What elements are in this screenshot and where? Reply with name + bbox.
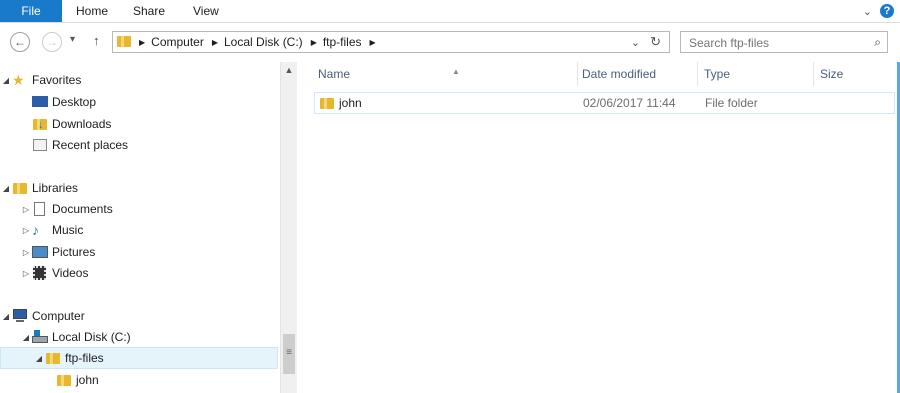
sidebar-item-label: Recent places — [52, 138, 129, 152]
file-list: ▲ Name Date modified Type Size john 02/0… — [297, 62, 900, 393]
sidebar-item-label: Local Disk (C:) — [52, 330, 131, 344]
breadcrumb-computer[interactable]: Computer — [151, 35, 204, 49]
collapsed-arrow-icon[interactable]: ▷ — [20, 205, 32, 214]
collapsed-arrow-icon[interactable]: ▷ — [20, 248, 32, 257]
up-button[interactable]: ↑ — [93, 33, 100, 48]
navigation-pane: ◢ ★ Favorites Desktop ↓ Downloads Recent… — [0, 62, 280, 393]
sidebar-item-pictures[interactable]: ▷ Pictures — [0, 241, 278, 263]
sidebar-item-label: Pictures — [52, 245, 96, 259]
column-label: Name — [318, 67, 351, 81]
videos-icon — [32, 266, 48, 280]
sidebar-item-computer[interactable]: ◢ Computer — [0, 305, 278, 327]
libraries-icon — [12, 181, 28, 195]
folder-icon — [56, 373, 72, 387]
sidebar-item-label: Favorites — [32, 73, 82, 87]
file-date: 02/06/2017 11:44 — [583, 96, 676, 110]
music-icon: ♪ — [32, 222, 39, 238]
sidebar-item-desktop[interactable]: Desktop — [0, 91, 278, 113]
collapsed-arrow-icon[interactable]: ▷ — [20, 269, 32, 278]
column-date-modified[interactable]: Date modified — [576, 62, 698, 86]
computer-icon — [12, 309, 28, 323]
search-box[interactable]: ⌕ — [680, 31, 888, 53]
sidebar-item-documents[interactable]: ▷ Documents — [0, 198, 278, 220]
grip-icon: ≡ — [286, 347, 292, 358]
folder-icon — [319, 96, 335, 110]
breadcrumb-separator-icon[interactable]: ▶ — [139, 38, 145, 47]
expanded-arrow-icon[interactable]: ◢ — [33, 354, 45, 363]
file-tab[interactable]: File — [0, 0, 62, 22]
sidebar-item-libraries[interactable]: ◢ Libraries — [0, 177, 278, 199]
downloads-icon: ↓ — [32, 117, 48, 131]
tab-share[interactable]: Share — [133, 0, 165, 22]
forward-button[interactable]: → — [42, 32, 62, 52]
desktop-icon — [32, 95, 48, 109]
star-icon: ★ — [12, 72, 25, 88]
breadcrumb-separator-icon[interactable]: ▶ — [212, 38, 218, 47]
sidebar-item-label: john — [76, 373, 99, 387]
table-row[interactable]: john 02/06/2017 11:44 File folder — [314, 92, 895, 114]
breadcrumb-separator-icon[interactable]: ▶ — [370, 38, 376, 47]
tab-view[interactable]: View — [193, 0, 219, 22]
column-header: ▲ Name Date modified Type Size — [297, 62, 900, 86]
address-bar[interactable]: ▶ Computer ▶ Local Disk (C:) ▶ ftp-files… — [112, 31, 670, 53]
tab-home[interactable]: Home — [76, 0, 108, 22]
file-name[interactable]: john — [339, 93, 362, 113]
breadcrumb-separator-icon[interactable]: ▶ — [311, 38, 317, 47]
sidebar-item-videos[interactable]: ▷ Videos — [0, 262, 278, 284]
search-icon[interactable]: ⌕ — [874, 35, 881, 50]
sidebar-item-music[interactable]: ▷ ♪ Music — [0, 219, 278, 241]
column-name[interactable]: ▲ Name — [312, 62, 578, 86]
scroll-up-icon[interactable]: ▲ — [281, 62, 297, 79]
sidebar-item-label: Music — [52, 223, 84, 237]
sidebar-item-ftp-files[interactable]: ◢ ftp-files — [0, 347, 278, 369]
sidebar-item-label: Downloads — [52, 117, 112, 131]
sidebar-item-label: Documents — [52, 202, 113, 216]
help-icon[interactable]: ? — [880, 4, 894, 18]
sidebar-item-recent-places[interactable]: Recent places — [0, 134, 278, 156]
file-type: File folder — [705, 96, 758, 110]
breadcrumb-ftp-files[interactable]: ftp-files — [323, 35, 362, 49]
scrollbar-thumb[interactable]: ≡ — [283, 334, 295, 374]
navigation-pane-scrollbar[interactable]: ▲ ≡ — [280, 62, 297, 393]
sidebar-item-label: Desktop — [52, 95, 97, 109]
refresh-icon[interactable]: ↻ — [650, 34, 661, 50]
sidebar-item-label: Computer — [32, 309, 85, 323]
folder-icon — [117, 36, 131, 48]
expanded-arrow-icon[interactable]: ◢ — [20, 333, 32, 342]
expanded-arrow-icon[interactable]: ◢ — [0, 184, 12, 193]
expanded-arrow-icon[interactable]: ◢ — [0, 76, 12, 85]
sidebar-item-label: ftp-files — [65, 351, 104, 365]
address-dropdown-icon[interactable]: ⌄ — [631, 36, 640, 49]
local-disk-icon — [32, 330, 48, 344]
sidebar-item-label: Videos — [52, 266, 89, 280]
sidebar-item-local-disk[interactable]: ◢ Local Disk (C:) — [0, 326, 278, 348]
search-input[interactable] — [687, 35, 861, 51]
back-button[interactable]: ← — [10, 32, 30, 52]
expand-ribbon-icon[interactable]: ⌄ — [863, 5, 872, 18]
breadcrumb-local-disk[interactable]: Local Disk (C:) — [224, 35, 303, 49]
documents-icon — [32, 202, 48, 216]
ribbon: File Home Share View ⌄ ? — [0, 0, 900, 23]
sidebar-item-favorites[interactable]: ◢ ★ Favorites — [0, 69, 278, 91]
sort-ascending-icon: ▲ — [452, 67, 460, 76]
expanded-arrow-icon[interactable]: ◢ — [0, 312, 12, 321]
sidebar-item-label: Libraries — [32, 181, 79, 195]
sidebar-item-john[interactable]: john — [0, 369, 278, 391]
sidebar-item-downloads[interactable]: ↓ Downloads — [0, 113, 278, 135]
recent-locations-dropdown[interactable]: ▾ — [70, 34, 75, 45]
pictures-icon — [32, 245, 48, 259]
navigation-bar: ← → ▾ ↑ ▶ Computer ▶ Local Disk (C:) ▶ f… — [0, 23, 900, 61]
collapsed-arrow-icon[interactable]: ▷ — [20, 226, 32, 235]
folder-icon — [45, 351, 61, 365]
column-type[interactable]: Type — [698, 62, 814, 86]
column-size[interactable]: Size — [814, 62, 898, 86]
recent-places-icon — [32, 138, 48, 152]
